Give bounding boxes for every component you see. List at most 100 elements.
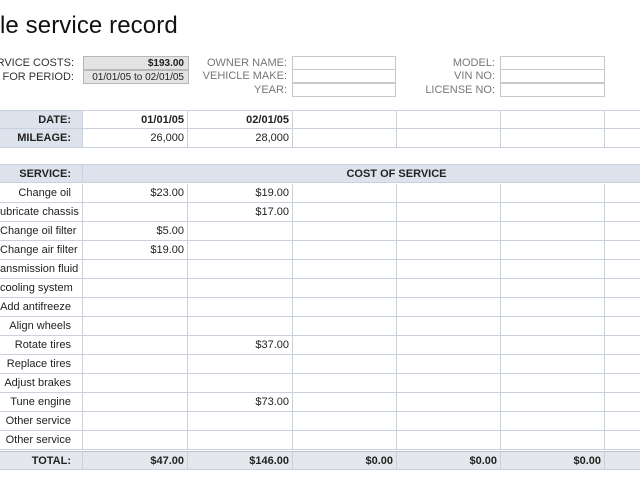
cost-cell[interactable] xyxy=(501,393,605,412)
cost-cell[interactable] xyxy=(501,260,605,279)
service-costs-value[interactable]: $193.00 xyxy=(83,56,189,70)
vehicle-make-field[interactable] xyxy=(292,69,396,83)
cost-cell[interactable] xyxy=(83,431,188,450)
cost-cell[interactable] xyxy=(501,355,605,374)
cost-cell[interactable] xyxy=(397,279,501,298)
cost-cell[interactable] xyxy=(501,374,605,393)
cost-cell[interactable] xyxy=(501,222,605,241)
cost-cell[interactable] xyxy=(397,431,501,450)
cost-cell[interactable] xyxy=(397,393,501,412)
cost-cell[interactable] xyxy=(605,431,640,450)
cost-cell[interactable] xyxy=(293,412,397,431)
cost-cell[interactable] xyxy=(501,317,605,336)
date-cell[interactable] xyxy=(293,110,397,129)
cost-cell[interactable] xyxy=(605,355,640,374)
cost-cell[interactable] xyxy=(188,412,293,431)
cost-cell[interactable]: $19.00 xyxy=(83,241,188,260)
license-field[interactable] xyxy=(500,83,605,97)
cost-cell[interactable] xyxy=(293,393,397,412)
date-cell[interactable]: 02/01/05 xyxy=(188,110,293,129)
cost-cell[interactable] xyxy=(293,336,397,355)
mileage-cell[interactable] xyxy=(501,129,605,148)
cost-cell[interactable] xyxy=(397,298,501,317)
cost-cell[interactable]: $19.00 xyxy=(188,184,293,203)
cost-cell[interactable] xyxy=(293,260,397,279)
model-field[interactable] xyxy=(500,56,605,70)
cost-cell[interactable] xyxy=(605,241,640,260)
cost-cell[interactable] xyxy=(397,412,501,431)
cost-cell[interactable] xyxy=(501,241,605,260)
cost-cell[interactable] xyxy=(397,374,501,393)
cost-cell[interactable] xyxy=(188,260,293,279)
cost-cell[interactable] xyxy=(605,184,640,203)
cost-cell[interactable] xyxy=(397,203,501,222)
cost-cell[interactable] xyxy=(293,184,397,203)
cost-cell[interactable] xyxy=(83,317,188,336)
cost-cell[interactable] xyxy=(188,374,293,393)
cost-cell[interactable] xyxy=(293,355,397,374)
cost-cell[interactable] xyxy=(188,241,293,260)
cost-cell[interactable] xyxy=(188,431,293,450)
date-cell[interactable]: 01/01/05 xyxy=(83,110,188,129)
cost-cell[interactable] xyxy=(605,317,640,336)
cost-cell[interactable] xyxy=(501,431,605,450)
cost-cell[interactable] xyxy=(605,203,640,222)
cost-cell[interactable] xyxy=(293,241,397,260)
cost-cell[interactable] xyxy=(397,241,501,260)
cost-cell[interactable] xyxy=(188,222,293,241)
cost-cell[interactable] xyxy=(397,260,501,279)
cost-cell[interactable] xyxy=(605,393,640,412)
date-cell[interactable] xyxy=(501,110,605,129)
cost-cell[interactable] xyxy=(501,279,605,298)
cost-cell[interactable] xyxy=(293,374,397,393)
year-field[interactable] xyxy=(292,83,396,97)
cost-cell[interactable] xyxy=(83,203,188,222)
mileage-cell[interactable]: 28,000 xyxy=(188,129,293,148)
cost-cell[interactable] xyxy=(397,222,501,241)
cost-cell[interactable] xyxy=(397,336,501,355)
period-value[interactable]: 01/01/05 to 02/01/05 xyxy=(83,70,189,84)
owner-name-field[interactable] xyxy=(292,56,396,70)
cost-cell[interactable] xyxy=(501,336,605,355)
cost-cell[interactable] xyxy=(83,393,188,412)
mileage-cell[interactable] xyxy=(293,129,397,148)
cost-cell[interactable]: $73.00 xyxy=(188,393,293,412)
cost-cell[interactable] xyxy=(83,355,188,374)
cost-cell[interactable] xyxy=(397,317,501,336)
cost-cell[interactable] xyxy=(605,222,640,241)
date-cell[interactable] xyxy=(397,110,501,129)
cost-cell[interactable] xyxy=(293,279,397,298)
vin-field[interactable] xyxy=(500,69,605,83)
cost-cell[interactable] xyxy=(501,412,605,431)
cost-cell[interactable]: $23.00 xyxy=(83,184,188,203)
cost-cell[interactable] xyxy=(188,317,293,336)
mileage-cell[interactable] xyxy=(605,129,640,148)
cost-cell[interactable]: $37.00 xyxy=(188,336,293,355)
cost-cell[interactable] xyxy=(83,260,188,279)
cost-cell[interactable] xyxy=(605,374,640,393)
cost-cell[interactable] xyxy=(83,279,188,298)
cost-cell[interactable] xyxy=(83,298,188,317)
cost-cell[interactable] xyxy=(293,431,397,450)
cost-cell[interactable] xyxy=(397,355,501,374)
cost-cell[interactable] xyxy=(501,203,605,222)
cost-cell[interactable] xyxy=(293,203,397,222)
cost-cell[interactable] xyxy=(293,298,397,317)
cost-cell[interactable]: $5.00 xyxy=(83,222,188,241)
cost-cell[interactable] xyxy=(83,336,188,355)
mileage-cell[interactable]: 26,000 xyxy=(83,129,188,148)
cost-cell[interactable] xyxy=(188,355,293,374)
cost-cell[interactable] xyxy=(293,317,397,336)
cost-cell[interactable] xyxy=(605,279,640,298)
cost-cell[interactable] xyxy=(501,184,605,203)
date-cell[interactable] xyxy=(605,110,640,129)
cost-cell[interactable] xyxy=(605,412,640,431)
cost-cell[interactable] xyxy=(501,298,605,317)
mileage-cell[interactable] xyxy=(397,129,501,148)
cost-cell[interactable] xyxy=(605,336,640,355)
cost-cell[interactable] xyxy=(83,412,188,431)
cost-cell[interactable] xyxy=(293,222,397,241)
cost-cell[interactable]: $17.00 xyxy=(188,203,293,222)
cost-cell[interactable] xyxy=(605,298,640,317)
cost-cell[interactable] xyxy=(605,260,640,279)
